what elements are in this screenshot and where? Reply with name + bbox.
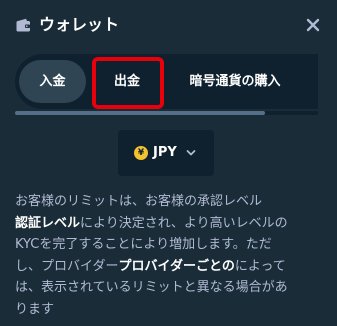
tabs-scrollbar[interactable]	[15, 111, 265, 115]
tab-deposit[interactable]: 入金	[19, 60, 86, 103]
wallet-title: ウォレット	[39, 15, 120, 34]
limits-info-text: お客様のリミットは、お客様の承認レベル 認証レベルにより決定され、より高いレベル…	[15, 191, 325, 320]
info-line-5: は、表示されているリミットと異なる場合があ	[15, 280, 288, 295]
wallet-header: ウォレット	[0, 0, 337, 50]
chevron-down-icon	[186, 150, 196, 156]
info-line-1: お客様のリミットは、お客様の承認レベル	[15, 194, 263, 209]
verification-level-text: 認証レベル	[15, 215, 81, 231]
close-icon[interactable]	[305, 17, 321, 33]
currency-selector[interactable]: ¥ JPY	[118, 130, 214, 176]
currency-code: JPY	[153, 145, 177, 160]
wallet-icon	[16, 18, 30, 32]
yen-coin-icon: ¥	[134, 146, 148, 160]
info-line-3: KYCを完了することにより増加します。ただ	[15, 237, 272, 252]
info-line-6: ります	[15, 301, 55, 317]
info-line-4: し、プロバイダープロバイダーごとのによって	[15, 258, 286, 274]
wallet-tabs: 入金 出金 暗号通貨の購入	[15, 54, 318, 109]
info-line-2: 認証レベルにより決定され、より高いレベルの	[15, 215, 288, 231]
tab-withdraw[interactable]: 出金	[94, 60, 160, 103]
tab-buy-crypto[interactable]: 暗号通貨の購入	[165, 60, 305, 103]
per-provider-text: プロバイダーごとの	[118, 258, 235, 274]
